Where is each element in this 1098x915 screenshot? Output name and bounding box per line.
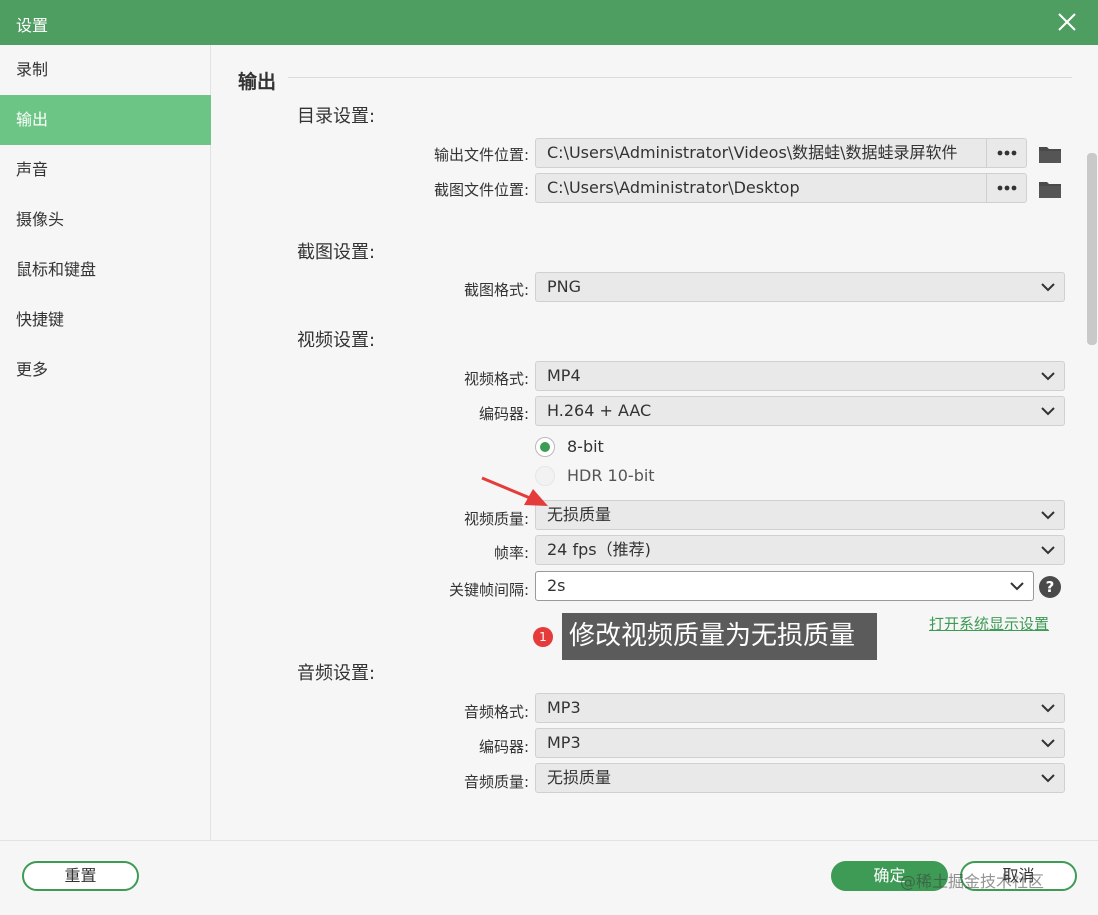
sidebar-item-mouse-keyboard[interactable]: 鼠标和键盘 [0,245,211,295]
screenshot-path-field[interactable]: C:\Users\Administrator\Desktop [535,173,987,203]
chevron-down-icon [1010,582,1024,591]
keyframe-select[interactable]: 2s [535,571,1034,601]
fps-label: 帧率: [493,544,529,562]
audio-format-value: MP3 [547,698,581,717]
sidebar-item-shortcuts[interactable]: 快捷键 [0,295,211,345]
more-dots-icon [997,150,1017,156]
browse-output-button[interactable] [986,138,1027,168]
section-divider [288,77,1072,78]
video-format-select[interactable]: MP4 [535,361,1065,391]
chevron-down-icon [1041,372,1055,381]
annotation-arrow-icon [481,476,548,506]
radio-8bit-label: 8-bit [567,437,604,456]
sidebar-item-more[interactable]: 更多 [0,345,211,395]
screenshot-settings-title: 截图设置: [297,242,376,263]
audio-codec-label: 编码器: [478,738,529,756]
reset-button[interactable]: 重置 [22,861,139,891]
audio-quality-label: 音频质量: [463,773,529,791]
keyframe-value: 2s [547,576,566,595]
screenshot-path-label: 截图文件位置: [433,181,529,199]
output-path-field[interactable]: C:\Users\Administrator\Videos\数据蛙\数据蛙录屏软… [535,138,987,168]
chevron-down-icon [1041,704,1055,713]
open-display-settings-link[interactable]: 打开系统显示设置 [929,613,1049,634]
directory-settings-title: 目录设置: [297,106,376,127]
more-dots-icon [997,185,1017,191]
output-path-label: 输出文件位置: [433,146,529,164]
chevron-down-icon [1041,739,1055,748]
help-icon[interactable]: ? [1039,576,1061,598]
radio-8bit[interactable] [535,437,555,457]
video-quality-select[interactable]: 无损质量 [535,500,1065,530]
sidebar-item-output[interactable]: 输出 [0,95,211,145]
sidebar: 录制 输出 声音 摄像头 鼠标和键盘 快捷键 更多 [0,45,211,840]
video-codec-select[interactable]: H.264 + AAC [535,396,1065,426]
video-settings-title: 视频设置: [297,330,376,351]
section-title: 输出 [238,71,277,93]
settings-panel: 输出 目录设置: 输出文件位置: C:\Users\Administrator\… [212,45,1098,840]
sidebar-item-camera[interactable]: 摄像头 [0,195,211,245]
sidebar-item-record[interactable]: 录制 [0,45,211,95]
video-format-value: MP4 [547,366,581,385]
chevron-down-icon [1041,283,1055,292]
close-icon[interactable] [1054,9,1080,35]
video-codec-value: H.264 + AAC [547,401,652,420]
chevron-down-icon [1041,511,1055,520]
title-bar: 设置 [0,0,1098,45]
audio-quality-value: 无损质量 [547,768,612,787]
keyframe-label: 关键帧间隔: [448,581,529,599]
chevron-down-icon [1041,407,1055,416]
video-format-label: 视频格式: [463,370,529,388]
watermark: @稀土掘金技术社区 [900,872,1045,891]
audio-quality-select[interactable]: 无损质量 [535,763,1065,793]
audio-codec-value: MP3 [547,733,581,752]
chevron-down-icon [1041,774,1055,783]
scrollbar-thumb[interactable] [1087,153,1097,345]
chevron-down-icon [1041,546,1055,555]
audio-format-select[interactable]: MP3 [535,693,1065,723]
screenshot-format-value: PNG [547,277,582,296]
fps-value: 24 fps（推荐) [547,540,651,559]
annotation-step-badge: 1 [533,627,553,647]
video-codec-label: 编码器: [478,405,529,423]
fps-select[interactable]: 24 fps（推荐) [535,535,1065,565]
radio-hdr-10bit-label: HDR 10-bit [567,466,655,485]
audio-settings-title: 音频设置: [297,663,376,684]
sidebar-item-sound[interactable]: 声音 [0,145,211,195]
audio-codec-select[interactable]: MP3 [535,728,1065,758]
folder-icon[interactable] [1038,144,1062,164]
video-quality-label: 视频质量: [463,510,529,528]
annotation-callout: 修改视频质量为无损质量 [562,613,877,660]
video-quality-value: 无损质量 [547,505,612,524]
folder-icon[interactable] [1038,179,1062,199]
browse-screenshot-button[interactable] [986,173,1027,203]
window-title: 设置 [16,16,49,35]
screenshot-format-label: 截图格式: [463,281,529,299]
audio-format-label: 音频格式: [463,703,529,721]
screenshot-format-select[interactable]: PNG [535,272,1065,302]
